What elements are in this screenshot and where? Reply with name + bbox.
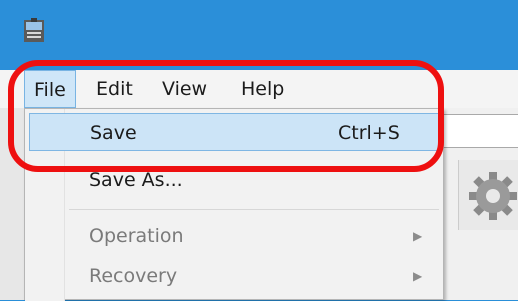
menu-item-recovery[interactable]: Recovery ▶ — [25, 257, 443, 295]
gear-tile[interactable] — [458, 160, 518, 230]
menu-bar: File Edit View Help — [0, 70, 518, 108]
left-panel — [0, 108, 24, 300]
menu-item-label: Operation — [89, 225, 184, 247]
menu-separator — [69, 209, 439, 210]
menu-edit[interactable]: Edit — [87, 70, 142, 108]
menu-item-operation[interactable]: Operation ▶ — [25, 217, 443, 255]
app-icon[interactable] — [22, 18, 46, 44]
menu-item-label: Save As... — [89, 169, 183, 191]
menu-item-save-as[interactable]: Save As... — [25, 161, 443, 199]
file-menu-dropdown: Save Ctrl+S Save As... Operation ▶ Recov… — [24, 108, 444, 301]
gear-icon — [469, 172, 517, 220]
menu-help[interactable]: Help — [232, 70, 293, 108]
menu-item-save[interactable]: Save Ctrl+S — [29, 113, 439, 151]
menu-item-label: Save — [90, 122, 137, 144]
title-bar — [0, 0, 518, 70]
menu-file[interactable]: File — [24, 70, 76, 108]
chevron-right-icon: ▶ — [413, 229, 423, 243]
chevron-right-icon: ▶ — [413, 269, 423, 283]
menu-item-label: Recovery — [89, 265, 178, 287]
menu-view[interactable]: View — [153, 70, 216, 108]
menu-item-shortcut: Ctrl+S — [338, 122, 400, 144]
